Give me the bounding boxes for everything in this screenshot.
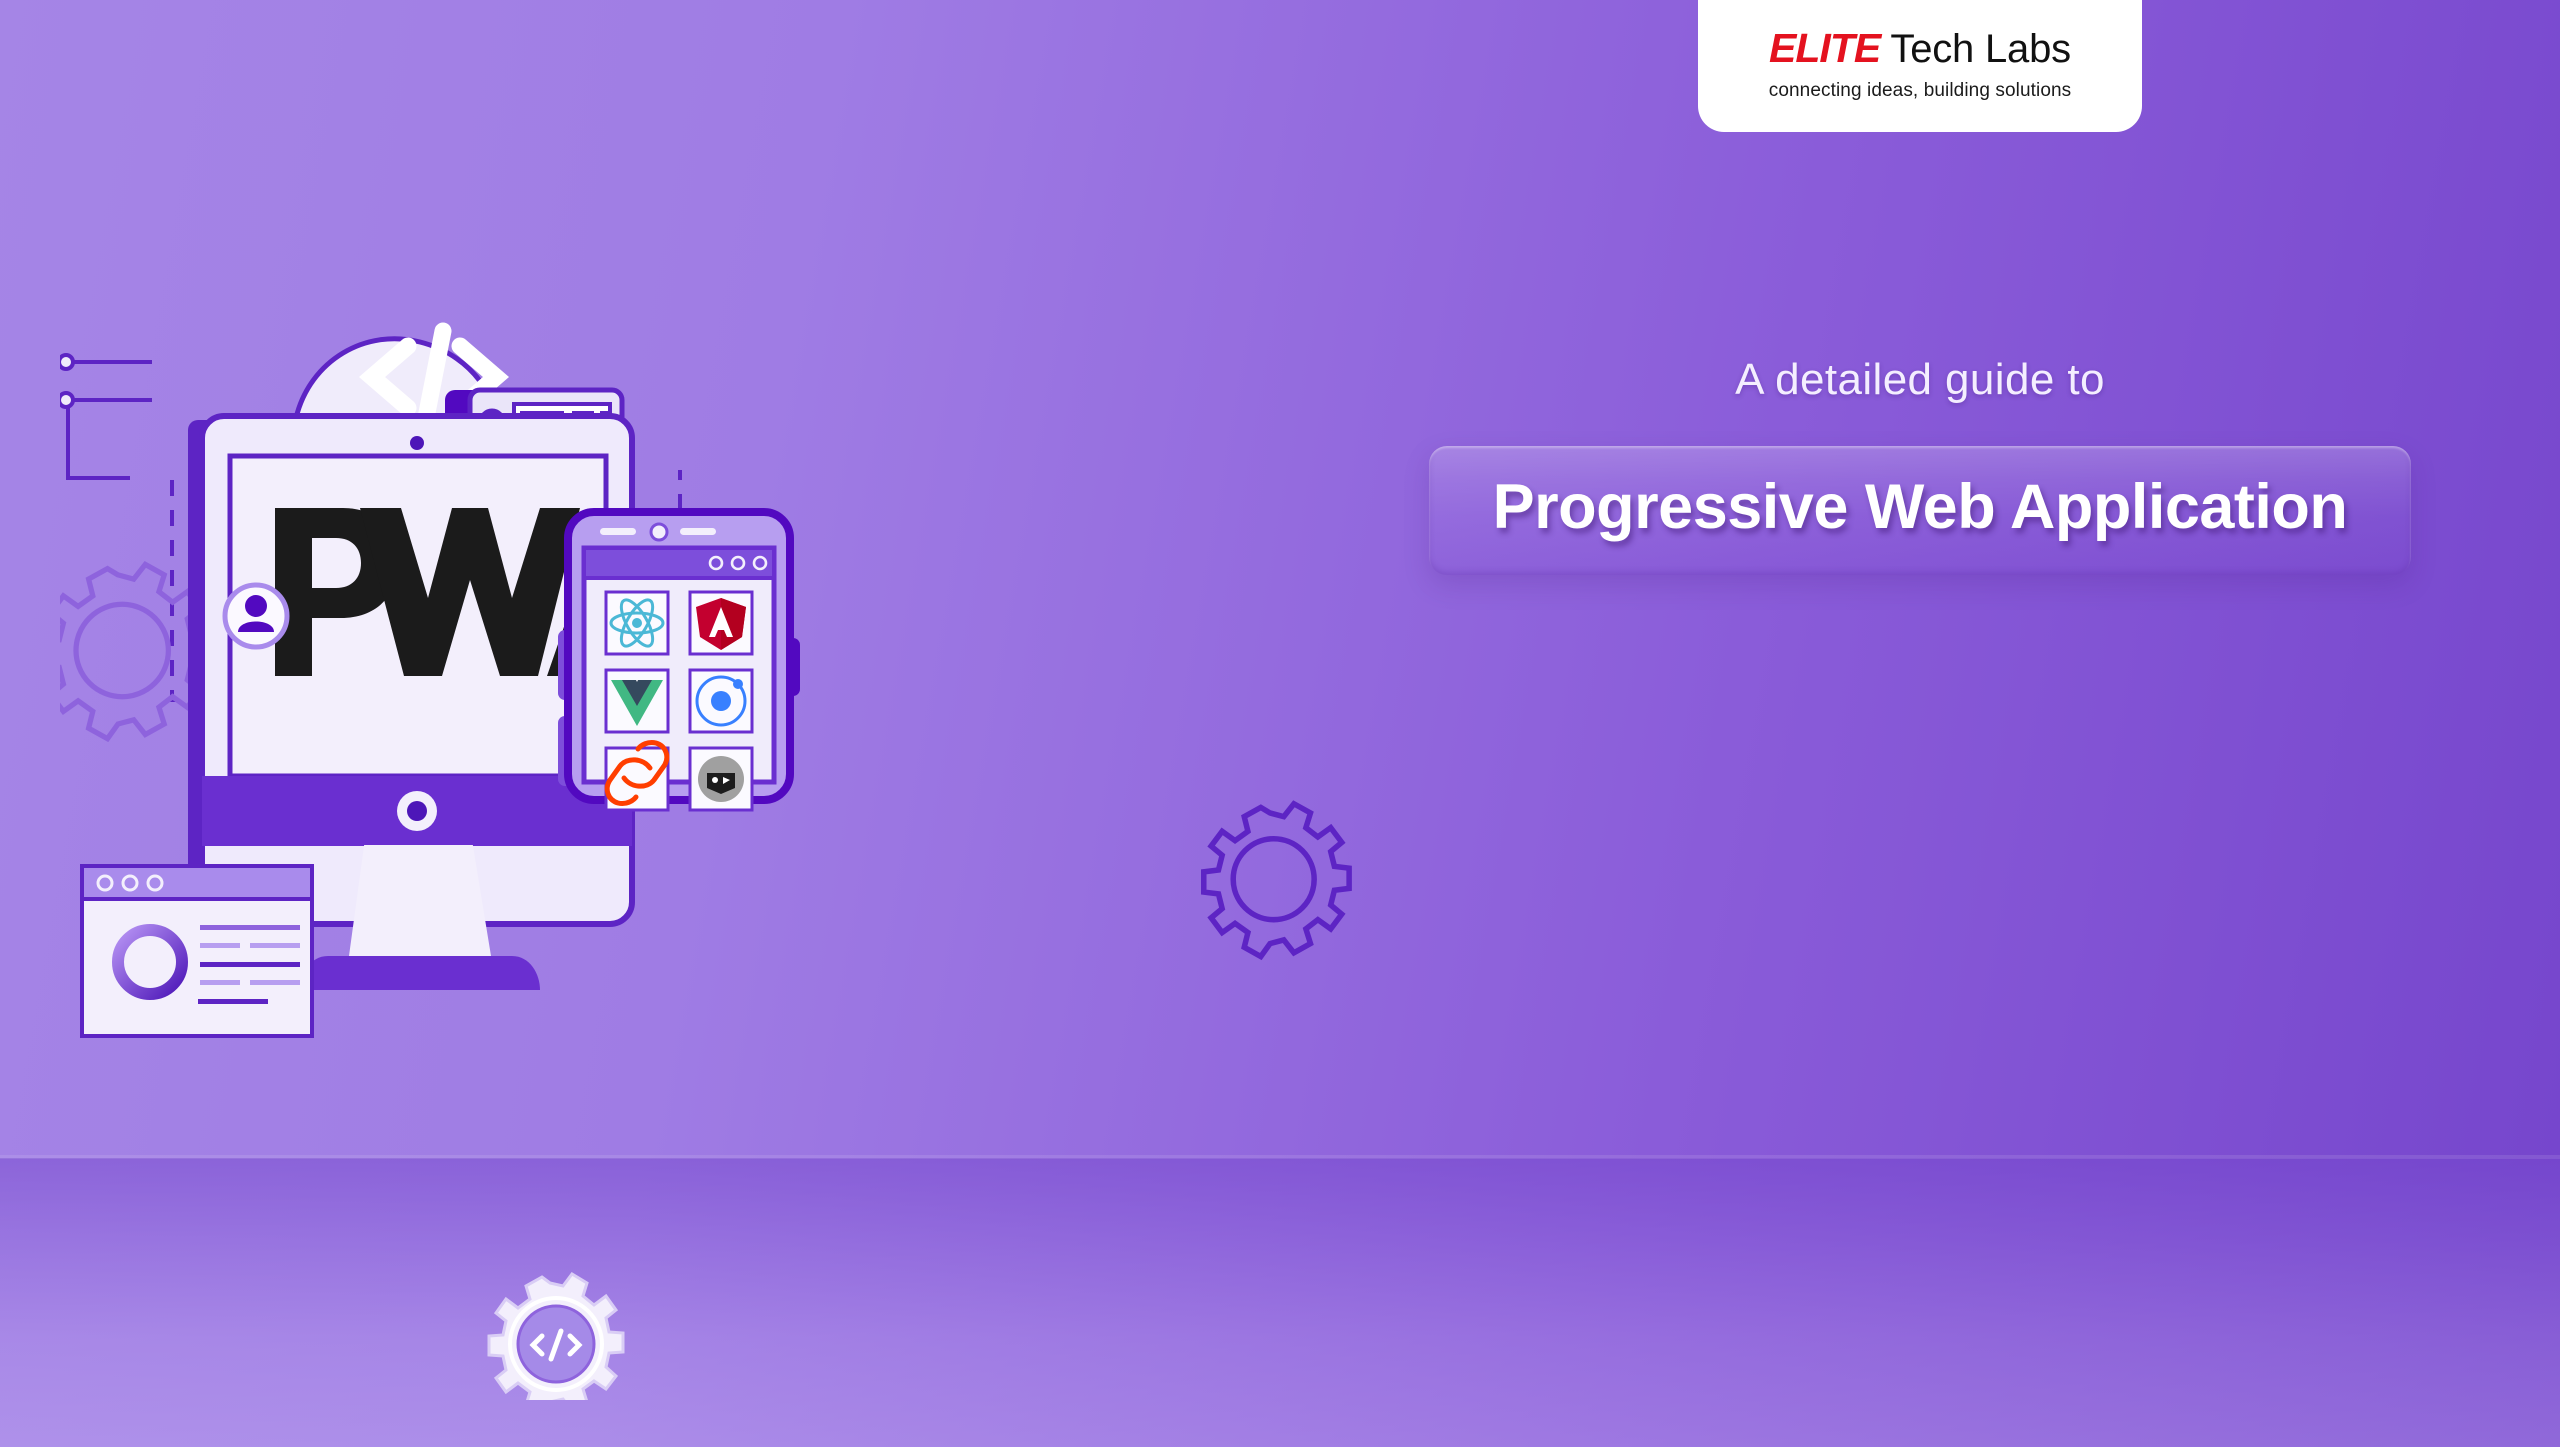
app-tile-vue[interactable]: [604, 668, 670, 734]
page-title: Progressive Web Application: [1492, 472, 2348, 542]
app-tile-svelte[interactable]: [604, 740, 670, 812]
app-tile-angular[interactable]: [688, 590, 754, 656]
gear-outline-right-icon: [1200, 800, 1352, 961]
headline-eyebrow: A detailed guide to: [1735, 355, 2105, 404]
headline-block: A detailed guide to Progressive Web Appl…: [1420, 355, 2420, 575]
gear-outline-left-icon: [60, 561, 211, 743]
cloud-circuit-left: [60, 353, 152, 480]
app-tile-react[interactable]: [604, 590, 670, 656]
pwa-guide-banner: ELITE Tech Labs connecting ideas, buildi…: [0, 0, 2560, 1447]
brand-name-elite: ELITE: [1769, 25, 1881, 71]
headline-title-pill: Progressive Web Application: [1428, 446, 2412, 575]
brand-wordmark: ELITE Tech Labs: [1769, 25, 2071, 71]
pwa-illustration: [60, 280, 1460, 1400]
smartphone: [558, 508, 800, 812]
app-tile-ionic[interactable]: [688, 668, 754, 734]
brand-name-tech-labs: Tech Labs: [1880, 27, 2071, 71]
brand-logo-card[interactable]: ELITE Tech Labs connecting ideas, buildi…: [1698, 0, 2142, 132]
gear-code-icon: [487, 1272, 625, 1400]
brand-tagline: connecting ideas, building solutions: [1768, 80, 2072, 101]
app-tile-polymer[interactable]: [688, 746, 754, 812]
user-avatar-badge[interactable]: [222, 582, 290, 650]
browser-window-card[interactable]: [80, 864, 314, 1038]
polymer-icon: [698, 756, 744, 802]
